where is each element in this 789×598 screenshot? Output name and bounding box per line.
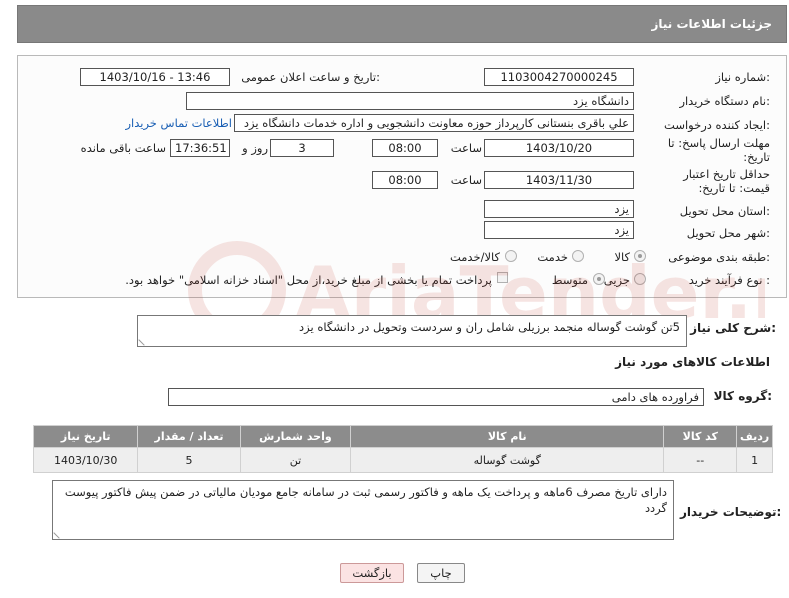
buyer-notes-field: دارای تاریخ مصرف 6ماهه و پرداخت یک ماهه … xyxy=(52,480,674,540)
category-option-service: خدمت xyxy=(537,250,568,264)
buyer-org-field: دانشگاه یزد xyxy=(186,92,634,110)
cell-item-name: گوشت گوساله xyxy=(350,447,665,473)
delivery-city-label: شهر محل تحویل: xyxy=(686,226,770,240)
delivery-province-field: یزد xyxy=(484,200,634,218)
category-radio-service[interactable] xyxy=(572,250,584,262)
need-number-field: 1103004270000245 xyxy=(484,68,634,86)
page-header: جزئیات اطلاعات نیاز xyxy=(17,5,787,43)
category-radio-goods-service[interactable] xyxy=(505,250,517,262)
announce-datetime-label: تاریخ و ساعت اعلان عمومی: xyxy=(241,70,380,84)
summary-text: 5تن گوشت گوساله منجمد برزیلی شامل ران و … xyxy=(299,320,680,334)
purchase-type-label: نوع فرآیند خرید : xyxy=(688,273,770,287)
cell-need-date: 1403/10/30 xyxy=(32,447,139,473)
buyer-notes-text: دارای تاریخ مصرف 6ماهه و پرداخت یک ماهه … xyxy=(64,485,667,515)
remaining-time-label: ساعت باقی مانده xyxy=(80,141,166,155)
cell-row-number: 1 xyxy=(736,447,773,473)
price-validity-time: 08:00 xyxy=(372,171,438,189)
price-validity-date: 1403/11/30 xyxy=(484,171,634,189)
delivery-province-label: استان محل تحویل: xyxy=(679,204,770,218)
reply-deadline-label: مهلت ارسال پاسخ: تا تاریخ: xyxy=(667,136,770,164)
price-validity-time-label: ساعت xyxy=(450,173,482,187)
goods-section-title: اطلاعات کالاهای مورد نیاز xyxy=(615,355,770,369)
page-title: جزئیات اطلاعات نیاز xyxy=(651,17,772,31)
reply-deadline-time-label: ساعت xyxy=(450,141,482,155)
col-header-item-name: نام کالا xyxy=(350,425,665,448)
cell-item-code: -- xyxy=(663,447,738,473)
buyer-contact-link[interactable]: اطلاعات تماس خریدار xyxy=(116,116,232,130)
table-row: 1 -- گوشت گوساله تن 5 1403/10/30 xyxy=(32,447,773,473)
purchase-radio-minor[interactable] xyxy=(634,273,646,285)
treasury-payment-note: پرداخت تمام یا بخشی از مبلغ خرید،از محل … xyxy=(125,273,492,287)
reply-deadline-date: 1403/10/20 xyxy=(484,139,634,157)
category-label: طبقه بندی موضوعی: xyxy=(668,250,770,264)
reply-deadline-time: 08:00 xyxy=(372,139,438,157)
days-label: روز و xyxy=(242,141,268,155)
resize-handle-icon xyxy=(53,527,65,539)
back-button[interactable]: بازگشت xyxy=(340,563,404,583)
cell-quantity: 5 xyxy=(137,447,241,473)
category-option-goods-service: کالا/خدمت xyxy=(449,250,500,264)
treasury-payment-checkbox[interactable] xyxy=(497,272,508,283)
summary-label: شرح کلی نیاز: xyxy=(690,321,776,335)
resize-handle-icon xyxy=(138,334,150,346)
purchase-option-medium: متوسط xyxy=(551,273,588,287)
goods-group-label: گروه کالا: xyxy=(713,389,772,403)
col-header-quantity: تعداد / مقدار xyxy=(137,425,241,448)
need-number-label: شماره نیاز: xyxy=(715,70,770,84)
reply-days-field: 3 xyxy=(270,139,334,157)
col-header-row-number: ردیف xyxy=(736,425,773,448)
remaining-time-field: 17:36:51 xyxy=(170,139,230,157)
col-header-item-code: کد کالا xyxy=(663,425,738,448)
table-header-row: ردیف کد کالا نام کالا واحد شمارش تعداد /… xyxy=(32,425,773,448)
summary-field: 5تن گوشت گوساله منجمد برزیلی شامل ران و … xyxy=(137,315,687,347)
purchase-radio-medium[interactable] xyxy=(593,273,605,285)
category-option-goods: کالا xyxy=(614,250,630,264)
col-header-unit: واحد شمارش xyxy=(239,425,352,448)
requester-field: علي باقری بنستانی کارپرداز حوزه معاونت د… xyxy=(234,114,634,132)
requester-label: ایجاد کننده درخواست: xyxy=(664,118,770,132)
buyer-org-label: نام دستگاه خریدار: xyxy=(679,94,770,108)
announce-datetime-field: 1403/10/16 - 13:46 xyxy=(80,68,230,86)
price-validity-label: حداقل تاریخ اعتبار قیمت: تا تاریخ: xyxy=(683,167,770,195)
goods-group-field: فراورده های دامی xyxy=(168,388,704,406)
items-table: ردیف کد کالا نام کالا واحد شمارش تعداد /… xyxy=(32,425,773,473)
delivery-city-field: یزد xyxy=(484,221,634,239)
category-radio-goods[interactable] xyxy=(634,250,646,262)
print-button[interactable]: چاپ xyxy=(417,563,465,583)
buyer-notes-label: توضیحات خریدار: xyxy=(680,505,782,519)
cell-unit: تن xyxy=(239,447,352,473)
col-header-need-date: تاریخ نیاز xyxy=(32,425,139,448)
